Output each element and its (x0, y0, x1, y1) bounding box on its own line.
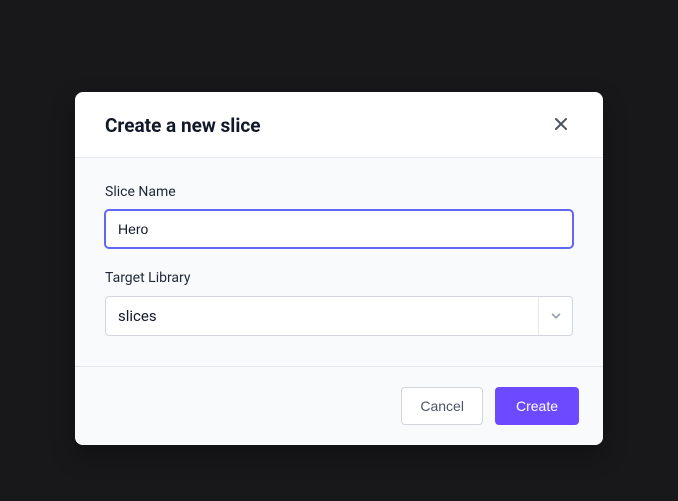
modal-footer: Cancel Create (75, 366, 603, 445)
close-icon (553, 116, 569, 135)
create-slice-modal: Create a new slice Slice Name Target Lib… (75, 92, 603, 445)
slice-name-input[interactable] (105, 210, 573, 248)
target-library-field-group: Target Library slices (105, 270, 573, 336)
close-button[interactable] (549, 112, 573, 139)
chevron-down-icon (538, 297, 572, 335)
cancel-button[interactable]: Cancel (401, 387, 483, 425)
create-button[interactable]: Create (495, 387, 579, 425)
slice-name-label: Slice Name (105, 184, 573, 200)
modal-header: Create a new slice (75, 92, 603, 158)
modal-title: Create a new slice (105, 114, 261, 137)
modal-body: Slice Name Target Library slices (75, 158, 603, 366)
target-library-select[interactable]: slices (105, 296, 573, 336)
target-library-value: slices (106, 297, 538, 335)
slice-name-field-group: Slice Name (105, 184, 573, 248)
target-library-label: Target Library (105, 270, 573, 286)
